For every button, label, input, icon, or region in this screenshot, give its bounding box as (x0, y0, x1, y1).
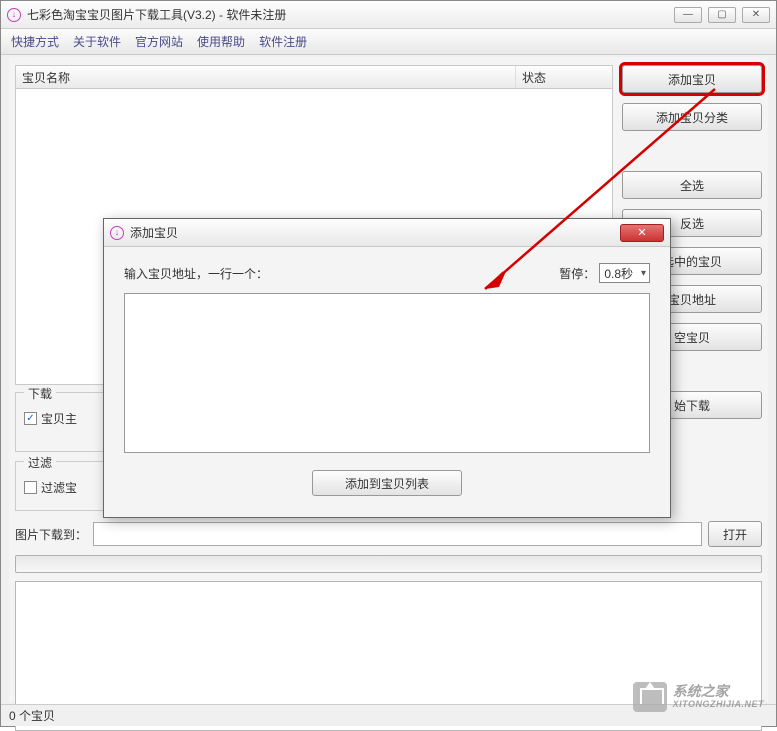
checkbox-filter[interactable] (24, 481, 37, 494)
main-window: 七彩色淘宝宝贝图片下载工具(V3.2) - 软件未注册 — ▢ ✕ 快捷方式 关… (0, 0, 777, 727)
menubar: 快捷方式 关于软件 官方网站 使用帮助 软件注册 (1, 29, 776, 55)
window-title: 七彩色淘宝宝贝图片下载工具(V3.2) - 软件未注册 (27, 6, 674, 23)
add-item-dialog: 添加宝贝 ✕ 输入宝贝地址，一行一个： 暂停： 0.8秒 添加到宝贝列表 (103, 218, 671, 518)
dialog-label-row: 输入宝贝地址，一行一个： 暂停： 0.8秒 (124, 263, 650, 283)
watermark-cn: 系统之家 (673, 684, 764, 699)
dialog-icon (110, 226, 124, 240)
checkbox-item-main[interactable]: ✓ (24, 412, 37, 425)
minimize-button[interactable]: — (674, 7, 702, 23)
dialog-body: 输入宝贝地址，一行一个： 暂停： 0.8秒 添加到宝贝列表 (104, 247, 670, 517)
watermark: 系统之家 XITONGZHIJIA.NET (633, 682, 764, 712)
list-header: 宝贝名称 状态 (15, 65, 613, 89)
status-count: 0 个宝贝 (9, 707, 55, 724)
column-status[interactable]: 状态 (516, 69, 612, 86)
download-path-row: 图片下载到： 打开 (15, 521, 762, 547)
menu-register[interactable]: 软件注册 (259, 33, 307, 50)
dialog-titlebar: 添加宝贝 ✕ (104, 219, 670, 247)
watermark-en: XITONGZHIJIA.NET (673, 700, 764, 710)
progress-bar (15, 555, 762, 573)
app-icon (7, 8, 21, 22)
open-path-button[interactable]: 打开 (708, 521, 762, 547)
checkbox-filter-label: 过滤宝 (41, 479, 77, 496)
add-category-button[interactable]: 添加宝贝分类 (622, 103, 762, 131)
maximize-button[interactable]: ▢ (708, 7, 736, 23)
menu-shortcut[interactable]: 快捷方式 (11, 33, 59, 50)
window-controls: — ▢ ✕ (674, 7, 770, 23)
menu-website[interactable]: 官方网站 (135, 33, 183, 50)
menu-help[interactable]: 使用帮助 (197, 33, 245, 50)
add-to-list-button[interactable]: 添加到宝贝列表 (312, 470, 462, 496)
titlebar: 七彩色淘宝宝贝图片下载工具(V3.2) - 软件未注册 — ▢ ✕ (1, 1, 776, 29)
select-all-button[interactable]: 全选 (622, 171, 762, 199)
pause-label: 暂停： (559, 265, 595, 282)
menu-about[interactable]: 关于软件 (73, 33, 121, 50)
close-button[interactable]: ✕ (742, 7, 770, 23)
dialog-close-button[interactable]: ✕ (620, 224, 664, 242)
dialog-title: 添加宝贝 (130, 224, 620, 241)
pause-select[interactable]: 0.8秒 (599, 263, 650, 283)
dialog-input-label: 输入宝贝地址，一行一个： (124, 265, 268, 282)
watermark-text: 系统之家 XITONGZHIJIA.NET (673, 684, 764, 709)
path-label: 图片下载到： (15, 526, 87, 543)
path-input[interactable] (93, 522, 702, 546)
pause-row: 暂停： 0.8秒 (559, 263, 650, 283)
download-group-title: 下载 (24, 385, 56, 402)
filter-group-title: 过滤 (24, 454, 56, 471)
checkbox-item-main-label: 宝贝主 (41, 410, 77, 427)
address-textarea[interactable] (124, 293, 650, 453)
column-name[interactable]: 宝贝名称 (16, 66, 516, 88)
watermark-house-icon (633, 682, 667, 712)
add-item-button[interactable]: 添加宝贝 (622, 65, 762, 93)
dialog-button-row: 添加到宝贝列表 (124, 470, 650, 496)
